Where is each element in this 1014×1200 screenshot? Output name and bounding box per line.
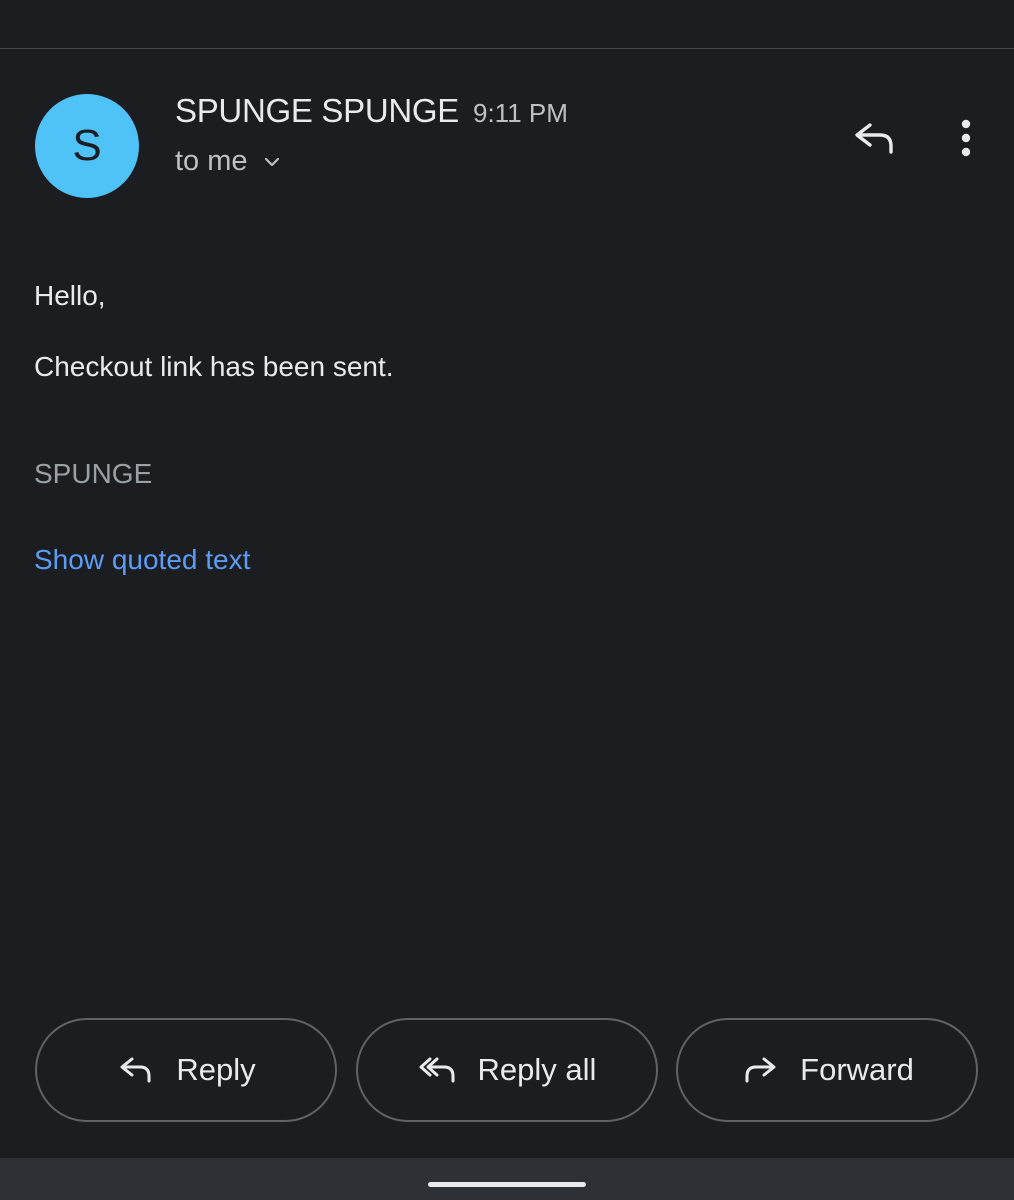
reply-all-label: Reply all [477,1052,597,1087]
forward-action-button[interactable]: Forward [676,1018,978,1122]
chevron-down-icon [262,152,282,172]
recipient-label: to me [175,145,248,177]
reply-all-icon [418,1050,458,1090]
recipient-details-toggle[interactable]: to me [175,145,282,178]
avatar-initial: S [72,121,102,170]
show-quoted-text-link[interactable]: Show quoted text [34,544,250,576]
reply-all-action-button[interactable]: Reply all [356,1018,658,1122]
message-body: Checkout link has been sent. [34,351,394,382]
reply-icon [855,123,893,154]
sender-line: SPUNGE SPUNGE 9:11 PM [175,92,568,130]
message-greeting: Hello, [34,280,106,311]
more-options-button[interactable] [940,110,992,166]
reply-button[interactable] [846,110,902,166]
message-time: 9:11 PM [473,98,568,128]
top-divider [0,48,1014,49]
home-gesture-handle[interactable] [428,1182,586,1187]
sender-name: SPUNGE SPUNGE [175,92,459,129]
forward-label: Forward [800,1052,914,1087]
sender-avatar[interactable]: S [35,94,139,198]
reply-action-button[interactable]: Reply [35,1018,337,1122]
system-navigation-bar [0,1158,1014,1200]
email-view: S SPUNGE SPUNGE 9:11 PM to me Hello, Che… [0,0,1014,1200]
more-vert-icon [961,119,971,157]
reply-icon [116,1050,156,1090]
reply-label: Reply [176,1052,256,1087]
message-signature: SPUNGE [34,458,153,489]
forward-icon [740,1050,780,1090]
